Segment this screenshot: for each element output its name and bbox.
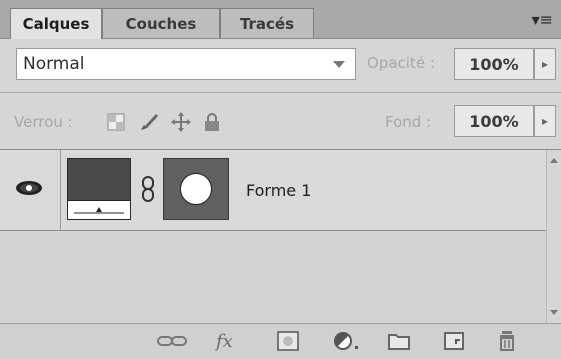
eye-icon[interactable] bbox=[12, 173, 46, 203]
tab-traces[interactable]: Tracés bbox=[220, 8, 314, 38]
fx-icon[interactable]: fx bbox=[216, 330, 233, 352]
tab-couches[interactable]: Couches bbox=[102, 8, 220, 38]
layers-panel: Calques Couches Tracés ▾≡ Normal Opacité… bbox=[0, 0, 561, 359]
adjustment-icon[interactable] bbox=[332, 330, 362, 352]
blend-mode-value: Normal bbox=[23, 54, 85, 74]
scrollbar[interactable] bbox=[546, 150, 561, 323]
lock-label: Verrou : bbox=[14, 113, 73, 131]
vector-mask-thumbnail[interactable] bbox=[163, 158, 229, 220]
divider bbox=[60, 150, 61, 230]
opacity-label: Opacité : bbox=[367, 54, 435, 72]
layer-name[interactable]: Forme 1 bbox=[246, 181, 311, 200]
lock-row: Verrou : Fond : 100% ▸ bbox=[0, 93, 561, 150]
fill-field[interactable]: 100% bbox=[454, 105, 534, 137]
opacity-stepper[interactable]: ▸ bbox=[534, 48, 556, 80]
chevron-down-icon bbox=[333, 61, 345, 68]
scroll-up-arrow-icon[interactable] bbox=[550, 158, 558, 163]
fill-label: Fond : bbox=[385, 113, 432, 131]
layer-list: Forme 1 bbox=[0, 150, 546, 323]
brush-lock-icon[interactable] bbox=[138, 111, 160, 133]
opacity-field[interactable]: 100% bbox=[454, 48, 534, 80]
new-layer-icon[interactable] bbox=[442, 330, 466, 352]
move-lock-icon[interactable] bbox=[170, 111, 192, 133]
tab-calques[interactable]: Calques bbox=[10, 8, 102, 39]
link-icon[interactable] bbox=[155, 330, 189, 352]
folder-icon[interactable] bbox=[387, 330, 411, 352]
layer-thumbnail[interactable] bbox=[67, 158, 131, 220]
scroll-down-arrow-icon[interactable] bbox=[550, 310, 558, 315]
chain-link-icon[interactable] bbox=[140, 175, 156, 203]
layer-row[interactable]: Forme 1 bbox=[0, 150, 546, 231]
mask-icon[interactable] bbox=[276, 330, 300, 352]
fill-stepper[interactable]: ▸ bbox=[534, 105, 556, 137]
transparency-lock-icon[interactable] bbox=[107, 113, 125, 131]
panel-menu-icon[interactable]: ▾≡ bbox=[532, 10, 553, 29]
padlock-icon[interactable] bbox=[203, 112, 221, 132]
tab-bar: Calques Couches Tracés ▾≡ bbox=[0, 0, 561, 39]
blend-mode-select[interactable]: Normal bbox=[16, 48, 356, 80]
bottom-toolbar: fx bbox=[0, 323, 561, 359]
trash-icon[interactable] bbox=[496, 330, 518, 352]
blend-row: Normal Opacité : 100% ▸ bbox=[0, 39, 561, 93]
